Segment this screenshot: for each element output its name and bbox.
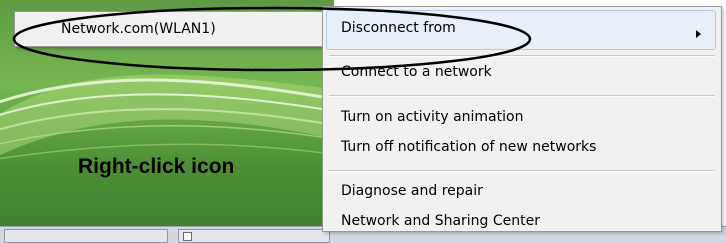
context-menu: Disconnect from Connect to a network Tur… xyxy=(322,6,722,232)
right-click-callout: Right-click icon xyxy=(78,155,235,178)
taskbar-app-icon xyxy=(183,232,192,241)
menu-item-connect[interactable]: Connect to a network xyxy=(341,64,492,80)
network-submenu: Network.com(WLAN1) xyxy=(14,11,336,47)
menu-separator xyxy=(329,55,715,57)
menu-separator xyxy=(329,170,715,172)
submenu-item-network[interactable]: Network.com(WLAN1) xyxy=(61,21,216,37)
taskbar-button[interactable] xyxy=(178,229,330,243)
taskbar-button[interactable] xyxy=(4,229,168,243)
menu-item-disconnect[interactable]: Disconnect from xyxy=(341,20,456,36)
menu-item-network-center[interactable]: Network and Sharing Center xyxy=(341,213,540,229)
chevron-right-icon xyxy=(696,30,701,38)
menu-item-diagnose[interactable]: Diagnose and repair xyxy=(341,183,483,199)
menu-separator xyxy=(329,95,715,97)
menu-item-notification[interactable]: Turn off notification of new networks xyxy=(341,139,596,155)
menu-item-activity-animation[interactable]: Turn on activity animation xyxy=(341,109,523,125)
